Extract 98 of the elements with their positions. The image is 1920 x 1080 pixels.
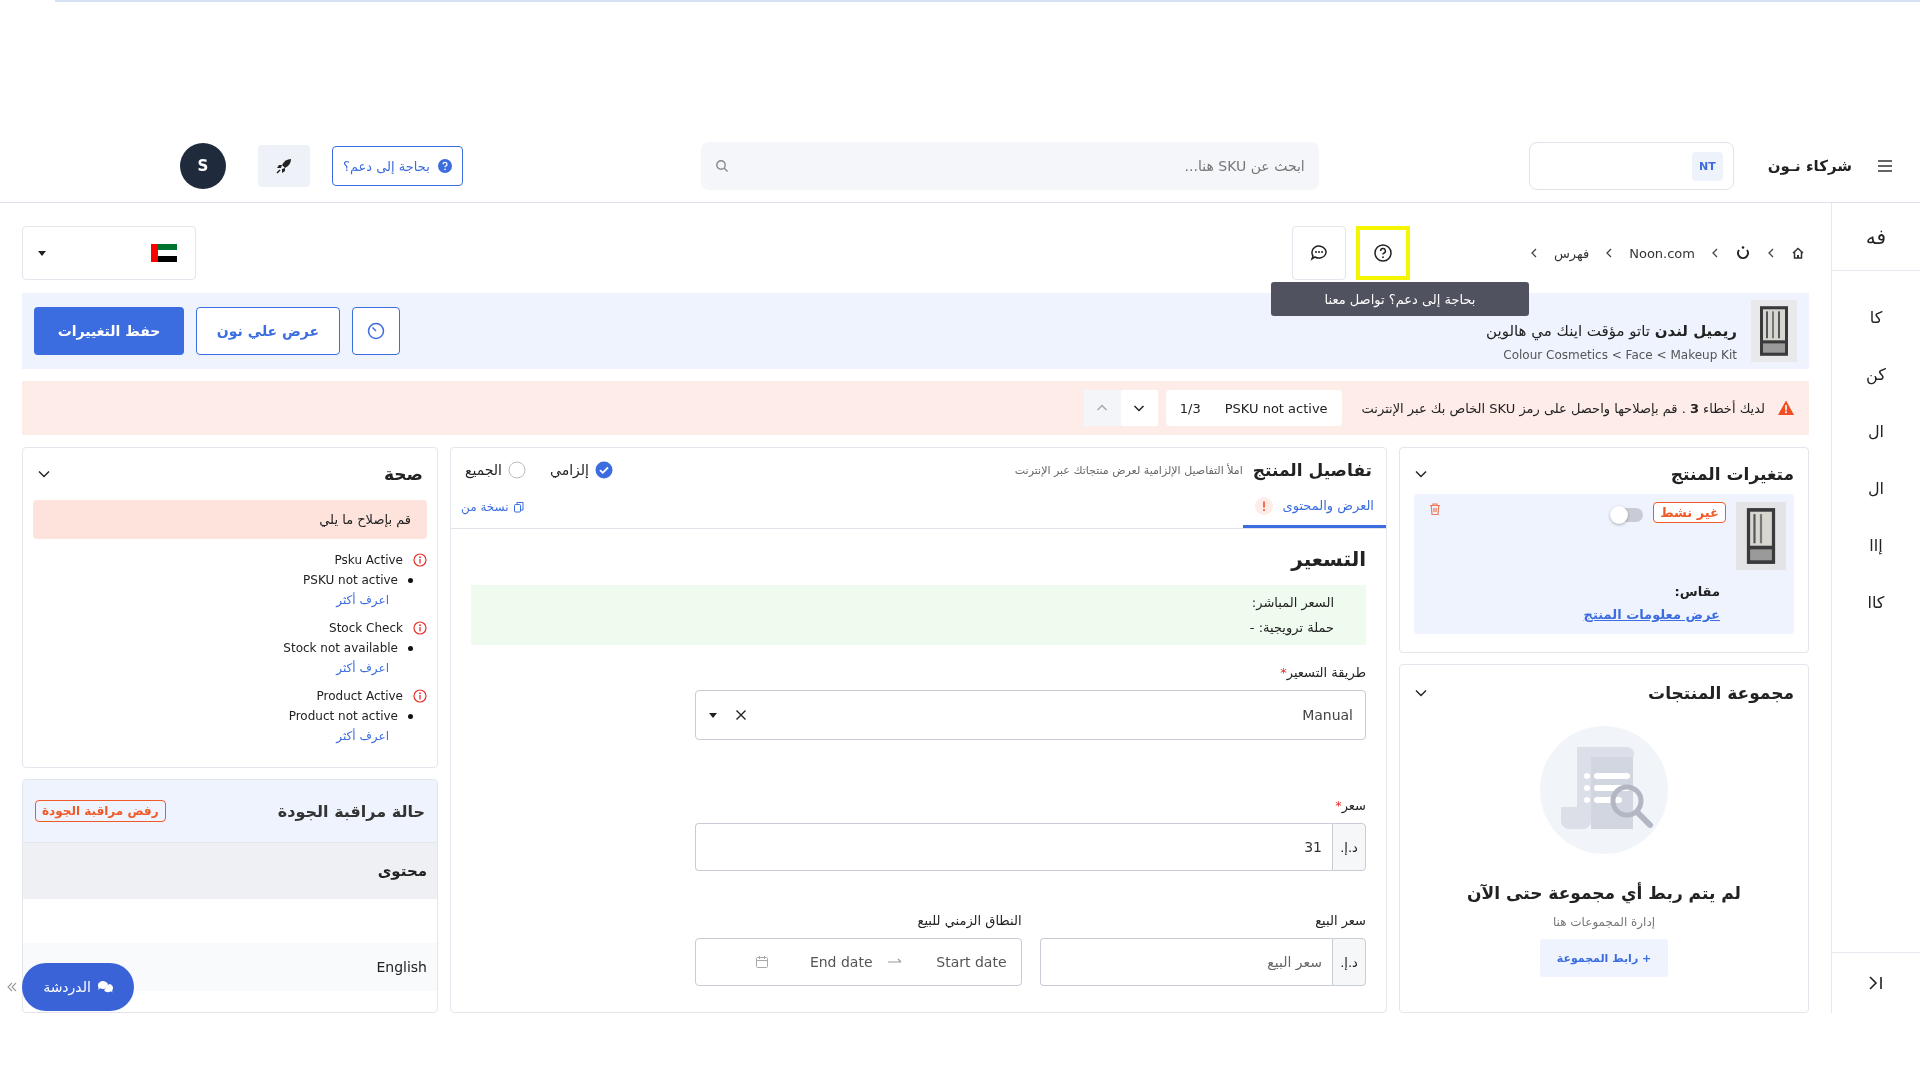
country-selector[interactable] bbox=[22, 226, 196, 280]
copy-from-link[interactable]: نسخة من bbox=[461, 500, 525, 514]
tab[interactable]: العرض والمحتوى bbox=[1242, 486, 1386, 528]
learn-more-link[interactable]: اعرف أكثر bbox=[336, 593, 389, 607]
rocket-icon bbox=[275, 157, 293, 175]
row-label: محتوى bbox=[377, 862, 427, 880]
category-path: Colour Cosmetics < Face < Makeup Kit bbox=[1502, 348, 1737, 362]
search-icon bbox=[714, 159, 729, 173]
search-field[interactable]: ابحث عن SKU هنا... bbox=[700, 142, 1319, 190]
info-icon bbox=[413, 621, 427, 635]
double-chevron-icon[interactable] bbox=[6, 981, 18, 993]
currency-label: د.إ. bbox=[1332, 938, 1366, 986]
empty-state-hint: إدارة المجموعات هنا bbox=[1552, 915, 1656, 929]
bullet-icon bbox=[408, 713, 413, 719]
check-name: Stock Check bbox=[329, 621, 403, 635]
field-label: طريقة التسعير* bbox=[1279, 665, 1366, 680]
check-issue: Stock not available bbox=[283, 641, 398, 655]
side-nav-item[interactable]: ال bbox=[1867, 460, 1885, 517]
question-icon bbox=[437, 159, 452, 173]
warning-icon bbox=[1777, 399, 1795, 417]
rocket-button[interactable] bbox=[258, 145, 310, 187]
info-icon bbox=[413, 553, 427, 567]
filter-radio[interactable]: الجميع bbox=[465, 461, 526, 479]
avatar[interactable]: S bbox=[180, 143, 226, 189]
account-selector[interactable]: NT bbox=[1528, 142, 1734, 190]
live-price-label: السعر المباشر: bbox=[1250, 595, 1334, 610]
support-button[interactable] bbox=[1355, 226, 1410, 280]
chat-bubbles-icon bbox=[96, 979, 113, 995]
card-title: صحة bbox=[384, 464, 423, 484]
flag-icon bbox=[151, 244, 177, 262]
end-date-input[interactable]: End date bbox=[780, 953, 875, 971]
caret-icon bbox=[708, 710, 718, 720]
field-label: سعر* bbox=[1334, 798, 1366, 813]
home-icon[interactable] bbox=[1791, 246, 1805, 260]
account-badge: NT bbox=[1692, 151, 1723, 181]
sale-price-input[interactable]: سعر البيع bbox=[1039, 938, 1332, 986]
current-error: PSKU not active bbox=[1224, 400, 1328, 416]
bullet-icon bbox=[408, 645, 413, 651]
help-icon bbox=[1372, 243, 1393, 263]
arc-icon[interactable] bbox=[1735, 245, 1751, 261]
arrow-icon bbox=[886, 958, 903, 966]
side-nav-item[interactable]: كن bbox=[1866, 346, 1886, 403]
toggle-switch[interactable] bbox=[1611, 508, 1644, 522]
breadcrumb-link[interactable]: فهرس bbox=[1553, 245, 1590, 261]
tooltip: بحاجة إلى دعم؟ تواصل معنا bbox=[1271, 282, 1529, 316]
card-subtitle: املأ التفاصيل الإلزامية لعرض منتجاتك عبر الإنترنت bbox=[1014, 463, 1243, 477]
learn-more-link[interactable]: اعرف أكثر bbox=[336, 661, 389, 675]
card-title: تفاصيل المنتج bbox=[1252, 460, 1372, 480]
check-issue: PSKU not active bbox=[303, 573, 398, 587]
error-counter: 1/3 bbox=[1179, 400, 1201, 416]
caret-icon bbox=[37, 248, 47, 258]
card-title: حالة مراقبة الجودة bbox=[277, 801, 425, 821]
info-icon bbox=[413, 689, 427, 703]
breadcrumb-link[interactable]: Noon.com bbox=[1629, 245, 1695, 261]
timer-icon bbox=[366, 321, 386, 341]
side-nav-item[interactable]: ال bbox=[1867, 403, 1885, 460]
link-group-button[interactable]: + رابط المجموعة bbox=[1540, 939, 1668, 977]
product-info-link[interactable]: عرض معلومات المنتج bbox=[1583, 607, 1720, 622]
bullet-icon bbox=[408, 577, 413, 583]
empty-state-title: لم يتم ربط أي مجموعة حتى الآن bbox=[1467, 883, 1741, 903]
card-title: مجموعة المنتجات bbox=[1648, 683, 1794, 703]
section-title: التسعير bbox=[1289, 547, 1366, 571]
calendar-icon bbox=[754, 955, 769, 969]
check-name: Product Active bbox=[316, 689, 403, 703]
chat-support-button[interactable]: الدردشة bbox=[22, 963, 134, 1011]
pricing-method-select[interactable]: Manual bbox=[695, 690, 1366, 740]
collapse-icon[interactable] bbox=[1867, 974, 1885, 992]
side-nav-header[interactable]: فه bbox=[1832, 203, 1920, 271]
side-nav-item[interactable]: إاا bbox=[1869, 517, 1883, 574]
view-on-noon-button[interactable]: عرض علي نون bbox=[196, 307, 340, 355]
status-badge: غير نشط bbox=[1653, 502, 1726, 523]
filter-radio[interactable]: إلزامي bbox=[549, 461, 613, 479]
chat-button[interactable] bbox=[1291, 226, 1346, 280]
save-button[interactable]: حفظ التغييرات bbox=[34, 307, 184, 355]
price-input[interactable]: 31 bbox=[695, 823, 1332, 871]
brand-logo: شركاء نـون bbox=[1767, 157, 1852, 175]
field-label: النطاق الزمني للبيع bbox=[916, 913, 1022, 928]
check-issue: Product not active bbox=[288, 709, 398, 723]
menu-icon[interactable] bbox=[1876, 157, 1894, 175]
check-name: Psku Active bbox=[334, 553, 403, 567]
copy-icon bbox=[512, 501, 525, 513]
side-nav-item[interactable]: كاا bbox=[1867, 574, 1885, 631]
field-label: سعر البيع bbox=[1314, 913, 1366, 928]
card-title: متغيرات المنتج bbox=[1670, 464, 1794, 484]
promo-label: حملة ترويجية: - bbox=[1248, 620, 1334, 635]
row-label: English bbox=[376, 959, 427, 975]
chat-bubbles-icon bbox=[1308, 243, 1329, 263]
clear-icon[interactable] bbox=[734, 708, 748, 722]
size-label: مقاس: bbox=[1673, 584, 1720, 599]
start-date-input[interactable]: Start date bbox=[914, 953, 1009, 971]
status-badge: رفض مراقبة الجودة bbox=[35, 800, 166, 822]
fix-notice: قم بإصلاح ما يلي bbox=[33, 500, 427, 539]
help-button[interactable]: بحاجة إلى دعم؟ bbox=[332, 146, 463, 186]
timer-button[interactable] bbox=[352, 307, 400, 355]
side-nav-item[interactable]: كا bbox=[1869, 289, 1883, 346]
learn-more-link[interactable]: اعرف أكثر bbox=[336, 729, 389, 743]
product-title: ريميل لندن تاتو مؤقت اينك مي هالوين bbox=[1486, 322, 1737, 340]
currency-label: د.إ. bbox=[1332, 823, 1366, 871]
